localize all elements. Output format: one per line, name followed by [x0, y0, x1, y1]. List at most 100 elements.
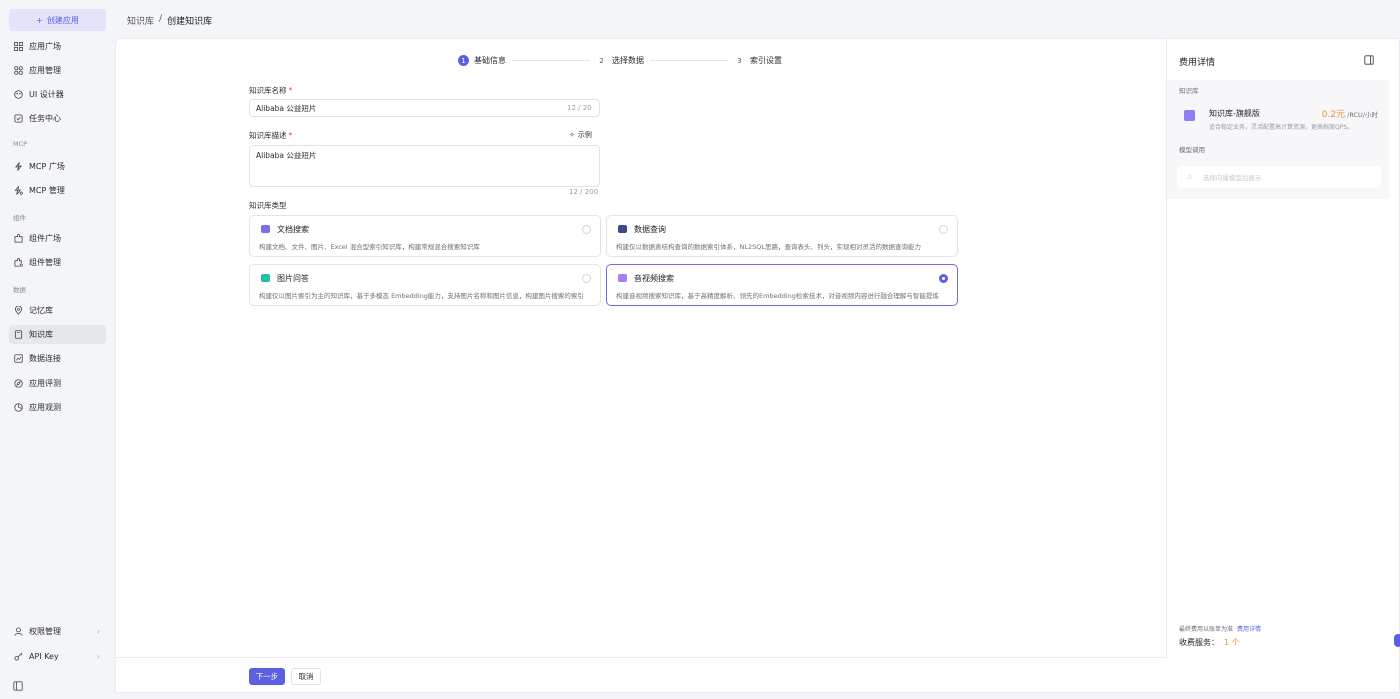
- sidebar-item-app-square[interactable]: 应用广场: [9, 37, 106, 56]
- kb-desc-label: 知识库描述 *: [249, 131, 293, 140]
- sidebar-item-label: 知识库: [29, 330, 53, 339]
- radio-image-qa[interactable]: [582, 274, 591, 283]
- sidebar: + 创建应用 应用广场 应用管理 UI 设计器 任务中心 MCP MCP 广场 …: [0, 0, 114, 699]
- chart-icon: [14, 354, 23, 363]
- step-label: 基础信息: [474, 56, 506, 65]
- kb-desc-textarea[interactable]: Alibaba 公益短片: [249, 145, 600, 187]
- sidebar-item-label: 组件管理: [29, 258, 61, 267]
- sidebar-item-component-manage[interactable]: 组件管理: [9, 253, 106, 272]
- model-section-label: 模型调用: [1179, 146, 1205, 154]
- sparkle-icon: ✧: [569, 131, 575, 139]
- sidebar-item-label: 应用广场: [29, 42, 61, 51]
- kb-name-input[interactable]: Alibaba 公益短片: [249, 99, 600, 117]
- sidebar-item-label: 任务中心: [29, 114, 61, 123]
- sidebar-item-knowledge-base[interactable]: 知识库: [9, 325, 106, 344]
- type-card-data-query[interactable]: 数据查询 构建仅以数据表结构查询的数据索引体系，NL2SQL思路，查询表头、列头…: [606, 215, 958, 257]
- sidebar-item-task-center[interactable]: 任务中心: [9, 109, 106, 128]
- sidebar-item-app-manage[interactable]: 应用管理: [9, 61, 106, 80]
- footer-divider: [115, 657, 1167, 658]
- palette-icon: [14, 90, 23, 99]
- step-number: 2: [599, 56, 604, 65]
- floating-helper-button[interactable]: [1394, 634, 1400, 647]
- key-icon: [14, 652, 23, 661]
- kb-desc-counter: 12 / 200: [569, 188, 599, 196]
- sidebar-item-label: 应用管理: [29, 66, 61, 75]
- sidebar-item-label: UI 设计器: [29, 90, 64, 99]
- sidebar-item-label: 数据连接: [29, 354, 61, 363]
- kb-name-label: 知识库名称 *: [249, 86, 293, 95]
- type-card-image-qa[interactable]: 图片问答 构建仅以图片索引为主的知识库，基于多模态 Embedding能力，支持…: [249, 264, 601, 306]
- book-icon: [14, 330, 23, 339]
- pie-icon: [14, 403, 23, 412]
- sidebar-item-label: MCP 管理: [29, 186, 65, 195]
- sidebar-item-label: 记忆库: [29, 306, 53, 315]
- fee-panel: 费用详情 知识库 知识库-旗舰版 0.2元/RCU/小时 适合稳定业务，灵活配置…: [1166, 39, 1389, 657]
- breadcrumb-root[interactable]: 知识库: [127, 14, 154, 27]
- group-label-mcp: MCP: [13, 140, 28, 148]
- sidebar-item-label: 应用观测: [29, 403, 61, 412]
- breadcrumb: 知识库 / 创建知识库: [127, 14, 212, 27]
- sidebar-item-memory[interactable]: 记忆库: [9, 301, 106, 320]
- table-icon: [618, 225, 627, 233]
- step-connector: [512, 60, 590, 61]
- product-icon: [1184, 110, 1195, 121]
- task-icon: [14, 114, 23, 123]
- user-icon: [14, 627, 23, 636]
- sidebar-item-label: 权限管理: [29, 627, 61, 636]
- bolt-settings-icon: [14, 186, 23, 195]
- fee-panel-title: 费用详情: [1179, 58, 1216, 68]
- type-card-doc-search[interactable]: 文档搜索 构建文档、文件、图片、Excel 混合型索引知识库，构建常规混合搜索知…: [249, 215, 601, 257]
- doc-icon: [261, 225, 270, 233]
- stepper: 1 基础信息 2 选择数据 3 索引设置: [458, 55, 782, 66]
- example-button[interactable]: ✧ 示例: [569, 130, 592, 140]
- sidebar-item-label: 组件广场: [29, 234, 61, 243]
- plus-icon: +: [36, 15, 43, 25]
- sidebar-item-component-square[interactable]: 组件广场: [9, 229, 106, 248]
- sidebar-item-app-observe[interactable]: 应用观测: [9, 398, 106, 417]
- sidebar-item-ui-designer[interactable]: UI 设计器: [9, 85, 106, 104]
- breadcrumb-current: 创建知识库: [167, 17, 213, 27]
- apps-icon: [14, 66, 23, 75]
- step-number: 3: [737, 56, 742, 65]
- panel-collapse-icon[interactable]: [1364, 55, 1374, 65]
- sidebar-item-mcp-square[interactable]: MCP 广场: [9, 157, 106, 176]
- sidebar-item-label: API Key: [29, 652, 59, 661]
- sidebar-collapse-icon[interactable]: [13, 681, 23, 691]
- group-label-data: 数据: [13, 286, 26, 294]
- kb-section-label: 知识库: [1179, 87, 1199, 95]
- step-label: 选择数据: [612, 56, 644, 65]
- final-fee-note: 最终费用以账单为准 费用详情: [1179, 626, 1262, 633]
- cancel-button[interactable]: 取消: [291, 668, 321, 685]
- sidebar-item-permissions[interactable]: 权限管理 ›: [9, 622, 106, 641]
- memory-icon: [14, 306, 23, 315]
- sidebar-item-data-connection[interactable]: 数据连接: [9, 349, 106, 368]
- next-button[interactable]: 下一步: [249, 668, 285, 685]
- chevron-right-icon: ›: [96, 627, 100, 636]
- step-basic-info: 1 基础信息: [458, 55, 506, 66]
- video-icon: [618, 274, 627, 282]
- radio-data-query[interactable]: [939, 225, 948, 234]
- fee-detail-link[interactable]: 费用详情: [1237, 626, 1261, 633]
- step-index-settings: 3 索引设置: [734, 55, 782, 66]
- image-icon: [261, 274, 270, 282]
- puzzle-settings-icon: [14, 258, 23, 267]
- breadcrumb-separator: /: [159, 14, 163, 24]
- sidebar-item-app-eval[interactable]: 应用评测: [9, 374, 106, 393]
- radio-doc-search[interactable]: [582, 225, 591, 234]
- group-label-components: 组件: [13, 214, 26, 222]
- product-desc: 适合稳定业务，灵活配置高计算资源，更高档案QPS。: [1209, 124, 1354, 131]
- sidebar-item-mcp-manage[interactable]: MCP 管理: [9, 181, 106, 200]
- sidebar-item-label: 应用评测: [29, 379, 61, 388]
- sidebar-item-api-key[interactable]: API Key ›: [9, 647, 106, 666]
- kb-type-label: 知识库类型: [249, 201, 287, 210]
- lock-icon: ⚠: [1187, 173, 1193, 181]
- model-placeholder-row: ⚠ 选择向量模型后展示: [1177, 166, 1381, 188]
- step-label: 索引设置: [750, 56, 782, 65]
- product-name: 知识库-旗舰版: [1209, 109, 1260, 118]
- type-card-av-search[interactable]: 音视频搜索 构建音视频搜索知识库，基于高精度解析、领先的Embedding检索技…: [606, 264, 958, 306]
- radio-av-search[interactable]: [939, 274, 948, 283]
- create-app-button[interactable]: + 创建应用: [9, 9, 106, 31]
- sidebar-item-label: MCP 广场: [29, 162, 65, 171]
- puzzle-icon: [14, 234, 23, 243]
- step-number: 1: [458, 55, 469, 66]
